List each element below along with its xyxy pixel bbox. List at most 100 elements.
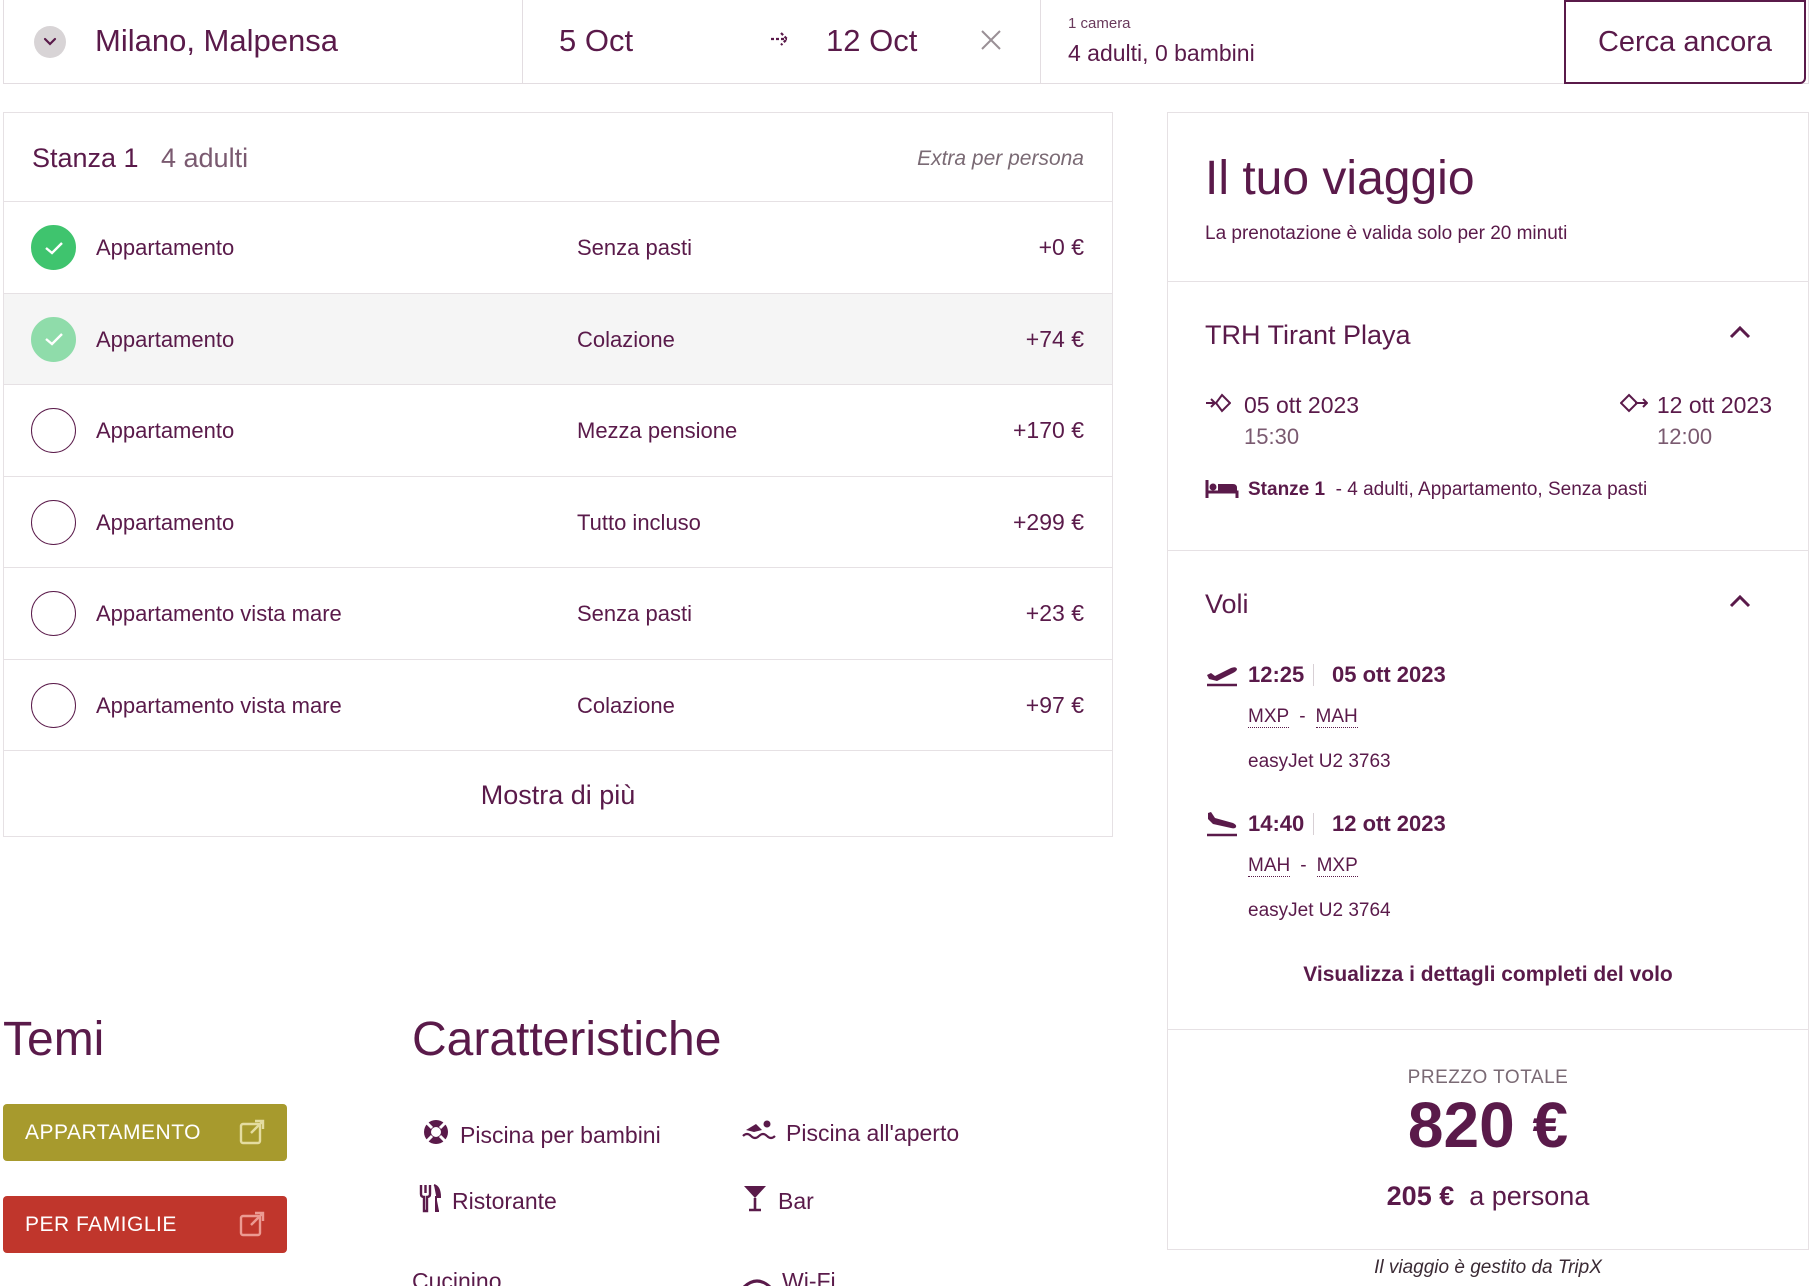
theme-label: PER FAMIGLIE bbox=[25, 1212, 177, 1236]
board-type: Colazione bbox=[577, 326, 675, 352]
lifebuoy-icon bbox=[422, 1118, 450, 1152]
managed-by-note: Il viaggio è gestito da TripX bbox=[1374, 1257, 1602, 1278]
room-type: Appartamento vista mare bbox=[96, 692, 342, 718]
airport-code[interactable]: MXP bbox=[1248, 706, 1290, 728]
airport-code[interactable]: MAH bbox=[1315, 706, 1358, 728]
room-type: Appartamento bbox=[96, 235, 235, 260]
room-option-row[interactable]: Appartamento vista mare Senza pasti +23 … bbox=[4, 568, 1112, 660]
show-more-button[interactable]: Mostra di più bbox=[4, 751, 1112, 839]
feature-label: Piscina all'aperto bbox=[786, 1119, 960, 1146]
radio-empty-icon[interactable] bbox=[31, 408, 76, 453]
extra-price: +74 € bbox=[1025, 325, 1084, 352]
radio-empty-icon[interactable] bbox=[31, 499, 76, 545]
price-per-person-label: a persona bbox=[1469, 1181, 1590, 1211]
feature-wifi: Wi-Fi bbox=[742, 1268, 836, 1286]
checkout-date: 12 ott 2023 bbox=[1656, 392, 1772, 418]
room-option-row[interactable]: Appartamento Colazione +74 € bbox=[4, 293, 1112, 385]
hotel-name: TRH Tirant Playa bbox=[1205, 320, 1411, 350]
airport-code[interactable]: MAH bbox=[1248, 855, 1291, 877]
board-type: Colazione bbox=[577, 692, 675, 718]
feature-label: Wi-Fi bbox=[782, 1268, 836, 1286]
flight-time: 14:40 bbox=[1248, 811, 1305, 836]
date-in[interactable]: 12 Oct bbox=[826, 23, 917, 59]
radio-checked-icon[interactable] bbox=[31, 225, 76, 270]
price-per-person-value: 205 € bbox=[1386, 1181, 1455, 1211]
feature-label: Bar bbox=[778, 1187, 814, 1214]
trip-title: Il tuo viaggio bbox=[1205, 152, 1475, 205]
date-out[interactable]: 5 Oct bbox=[559, 23, 633, 59]
total-price-label: PREZZO TOTALE bbox=[1407, 1067, 1569, 1088]
airport-code[interactable]: MXP bbox=[1316, 855, 1358, 877]
checkin-icon bbox=[1205, 392, 1232, 419]
separator bbox=[1313, 664, 1314, 686]
room-type: Appartamento bbox=[96, 326, 235, 352]
room-guests: 4 adulti bbox=[161, 143, 249, 173]
flight-route: MAH - MXP bbox=[1248, 855, 1358, 877]
search-again-button[interactable]: Cerca ancora bbox=[1564, 0, 1806, 84]
radio-hover-icon[interactable] bbox=[31, 316, 76, 362]
room-summary-label: Stanze 1 bbox=[1248, 479, 1326, 500]
room-type: Appartamento bbox=[96, 418, 235, 443]
feature-restaurant: Ristorante bbox=[418, 1183, 557, 1219]
extra-price: +0 € bbox=[1038, 234, 1084, 260]
room-summary: Stanze 1 - 4 adulti, Appartamento, Senza… bbox=[1248, 479, 1647, 501]
trip-header: Il tuo viaggio La prenotazione è valida … bbox=[1168, 113, 1808, 282]
room-title: Stanza 1 bbox=[32, 143, 139, 173]
room-option-row[interactable]: Appartamento Senza pasti +0 € bbox=[4, 202, 1112, 294]
flight-date: 12 ott 2023 bbox=[1332, 811, 1446, 836]
extra-price: +170 € bbox=[1013, 417, 1084, 443]
external-link-icon bbox=[239, 1119, 265, 1151]
guests-field[interactable]: 1 camera 4 adulti, 0 bambini bbox=[1041, 0, 1561, 83]
close-icon[interactable] bbox=[979, 28, 1003, 57]
feature-label: Piscina per bambini bbox=[460, 1121, 661, 1148]
room-option-row[interactable]: Appartamento vista mare Colazione +97 € bbox=[4, 660, 1112, 751]
extra-price: +97 € bbox=[1025, 691, 1084, 718]
chevron-up-icon[interactable] bbox=[1728, 593, 1752, 614]
plane-arrival-icon bbox=[1205, 809, 1239, 842]
theme-apartment-button[interactable]: APPARTAMENTO bbox=[3, 1104, 287, 1161]
checkout-time: 12:00 bbox=[1657, 424, 1713, 449]
chevron-up-icon[interactable] bbox=[1728, 324, 1752, 345]
flight-date: 05 ott 2023 bbox=[1332, 662, 1446, 687]
radio-empty-icon[interactable] bbox=[31, 682, 76, 728]
theme-label: APPARTAMENTO bbox=[25, 1120, 201, 1144]
feature-outdoor-pool: Piscina all'aperto bbox=[742, 1118, 959, 1148]
extra-per-person-label: Extra per persona bbox=[917, 147, 1084, 170]
booking-validity-note: La prenotazione è valida solo per 20 min… bbox=[1205, 223, 1568, 244]
external-link-icon bbox=[239, 1211, 265, 1243]
room-type: Appartamento bbox=[96, 509, 235, 535]
room-header: Stanza 1 4 adulti Extra per persona bbox=[4, 113, 1112, 202]
cocktail-icon bbox=[742, 1183, 768, 1219]
hotel-section: TRH Tirant Playa 05 ott 2023 15:30 12 ot… bbox=[1168, 282, 1808, 551]
themes-title: Temi bbox=[3, 1013, 105, 1066]
flight-details-link[interactable]: Visualizza i dettagli completi del volo bbox=[1168, 963, 1808, 987]
search-bar: Milano, Malpensa 5 Oct 12 Oct 1 camera 4… bbox=[3, 0, 1809, 84]
plane-departure-icon bbox=[1205, 661, 1239, 692]
flights-section: Voli 12:25 05 ott 2023 MXP - MAH easyJet U… bbox=[1168, 551, 1808, 1030]
flight-carrier: easyJet U2 3763 bbox=[1248, 751, 1391, 772]
room-option-row[interactable]: Appartamento Mezza pensione +170 € bbox=[4, 385, 1112, 477]
guests-count: 4 adulti, 0 bambini bbox=[1068, 40, 1255, 66]
feature-bar: Bar bbox=[742, 1183, 814, 1219]
room-summary-detail: - 4 adulti, Appartamento, Senza pasti bbox=[1335, 479, 1648, 500]
checkin-time: 15:30 bbox=[1244, 424, 1300, 449]
total-price: 820 € bbox=[1407, 1089, 1569, 1161]
theme-family-button[interactable]: PER FAMIGLIE bbox=[3, 1196, 287, 1253]
dates-field[interactable]: 5 Oct 12 Oct bbox=[523, 0, 1041, 83]
board-type: Mezza pensione bbox=[577, 418, 738, 443]
board-type: Senza pasti bbox=[577, 601, 692, 626]
radio-empty-icon[interactable] bbox=[31, 591, 76, 636]
feature-label: Ristorante bbox=[452, 1187, 557, 1214]
room-option-row[interactable]: Appartamento Tutto incluso +299 € bbox=[4, 477, 1112, 568]
chevron-down-icon[interactable] bbox=[34, 26, 66, 58]
extra-price: +23 € bbox=[1025, 600, 1084, 626]
rooms-count: 1 camera bbox=[1068, 15, 1131, 32]
origin-field[interactable]: Milano, Malpensa bbox=[4, 0, 523, 83]
room-type: Appartamento vista mare bbox=[96, 601, 342, 626]
feature-kitchenette: Cucinino bbox=[412, 1268, 502, 1286]
checkin-date: 05 ott 2023 bbox=[1244, 392, 1360, 418]
features-title: Caratteristiche bbox=[412, 1013, 722, 1066]
room-options-card: Stanza 1 4 adulti Extra per persona Appa… bbox=[3, 112, 1113, 837]
extra-price: +299 € bbox=[1013, 508, 1084, 535]
flight-time: 12:25 bbox=[1248, 662, 1305, 687]
